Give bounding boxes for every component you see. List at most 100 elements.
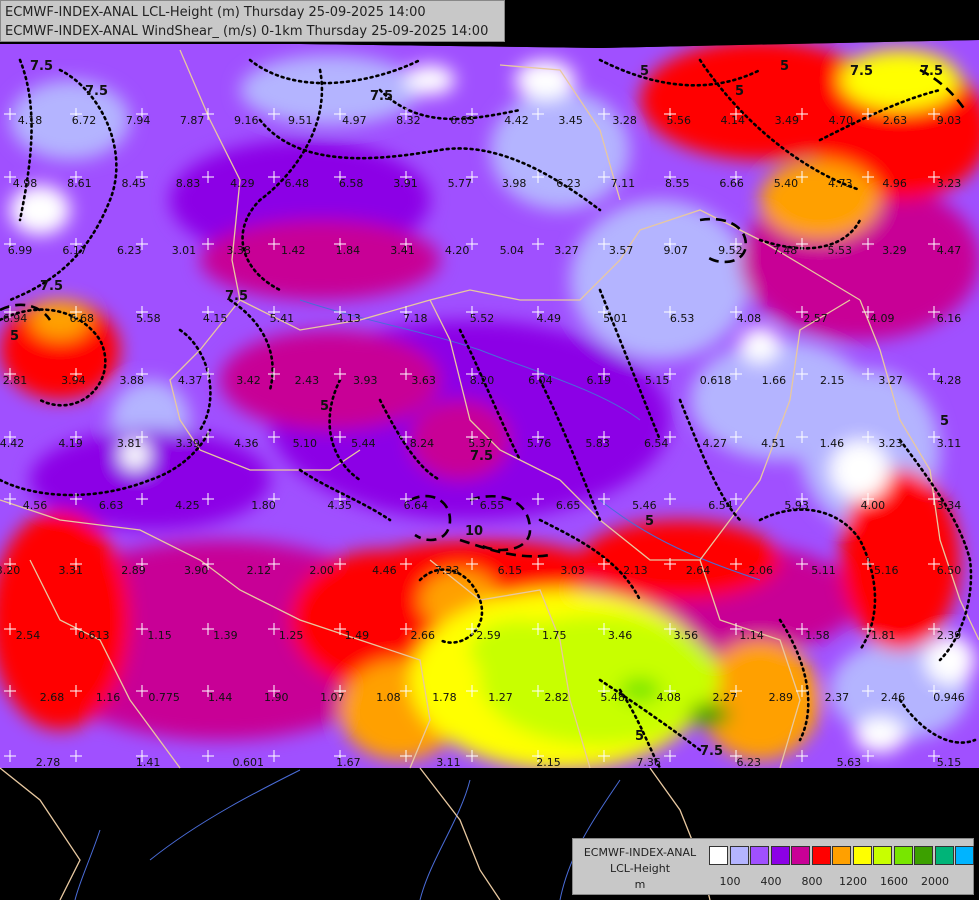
value-label: 1.42	[281, 244, 306, 257]
value-label: 9.16	[234, 114, 259, 127]
value-label: 7.48	[773, 244, 798, 257]
value-label: 4.08	[737, 312, 762, 325]
value-label: 7.33	[435, 564, 460, 577]
value-label: 4.47	[937, 244, 962, 257]
value-label: 7.36	[636, 756, 661, 769]
value-label: 5.40	[774, 177, 799, 190]
value-label: 4.56	[23, 499, 48, 512]
legend-title-line-3: m	[634, 878, 646, 891]
value-label: 5.15	[937, 756, 962, 769]
contour-value-label: 5	[940, 414, 949, 429]
value-label: 6.66	[719, 177, 744, 190]
value-label: 6.72	[72, 114, 97, 127]
legend-swatch	[852, 846, 872, 865]
value-label: 9.03	[937, 114, 962, 127]
value-label: 2.68	[40, 691, 65, 704]
value-label: 1.08	[376, 691, 401, 704]
value-label: 2.89	[121, 564, 146, 577]
value-label: 4.96	[882, 177, 907, 190]
contour-value-label: 7.5	[850, 64, 873, 79]
value-label: 0.613	[78, 629, 110, 642]
map-title: ECMWF-INDEX-ANAL LCL-Height (m) Thursday…	[0, 0, 505, 42]
value-label: 1.27	[488, 691, 513, 704]
value-label: 5.15	[645, 374, 670, 387]
value-label: 1.58	[805, 629, 830, 642]
value-label: 3.63	[411, 374, 436, 387]
value-label: 2.82	[544, 691, 569, 704]
value-label: 4.73	[828, 177, 853, 190]
value-label: 1.80	[251, 499, 276, 512]
value-label: 5.93	[784, 499, 809, 512]
value-label: 5.16	[874, 564, 899, 577]
contour-value-label: 5	[635, 729, 644, 744]
legend-swatch	[791, 846, 810, 865]
value-label: 6.68	[69, 312, 94, 325]
value-label: 6.04	[528, 374, 553, 387]
value-label: 1.39	[213, 629, 238, 642]
value-label: 3.49	[775, 114, 800, 127]
value-label: 3.91	[393, 177, 418, 190]
value-label: 4.36	[234, 437, 259, 450]
title-line-2: ECMWF-INDEX-ANAL WindShear_ (m/s) 0-1km …	[5, 24, 489, 39]
value-label: 1.46	[820, 437, 845, 450]
contour-value-label: 5	[780, 59, 789, 74]
value-label: 2.15	[536, 756, 561, 769]
value-label: 2.43	[295, 374, 320, 387]
legend-swatch	[955, 846, 974, 865]
value-label: 6.54	[644, 437, 669, 450]
legend-swatch	[770, 846, 790, 865]
value-label: 1.41	[136, 756, 161, 769]
value-label: 5.77	[448, 177, 473, 190]
legend-swatch	[914, 846, 933, 865]
legend-title: ECMWF-INDEX-ANAL LCL-Height m	[577, 845, 703, 893]
value-label: 3.41	[390, 244, 415, 257]
contour-value-label: 5	[640, 64, 649, 79]
legend-swatch	[750, 846, 769, 865]
value-label: 3.23	[937, 177, 962, 190]
contour-value-label: 7.5	[370, 89, 393, 104]
value-label: 3.20	[0, 564, 20, 577]
value-label: 3.27	[554, 244, 579, 257]
value-label: 4.42	[504, 114, 529, 127]
legend-tick-label: 2000	[921, 875, 949, 888]
value-label: 2.00	[309, 564, 334, 577]
value-label: 5.48	[600, 691, 625, 704]
legend-swatch	[811, 846, 831, 865]
value-label: 3.11	[937, 437, 962, 450]
value-label: 5.83	[585, 437, 610, 450]
value-label: 1.44	[208, 691, 233, 704]
legend-swatch	[832, 846, 851, 865]
value-label: 4.98	[13, 177, 38, 190]
weather-map[interactable]: 4.18 6.72 7.94 7.87 9.16 9.51 4.97 8.32 6.83 4.42…	[0, 0, 979, 900]
value-label: 4.97	[342, 114, 367, 127]
value-label: 6.64	[404, 499, 429, 512]
value-label: 5.04	[500, 244, 525, 257]
value-label: 3.57	[609, 244, 634, 257]
value-label: 2.63	[883, 114, 908, 127]
value-label: 5.11	[811, 564, 836, 577]
value-label: 5.63	[837, 756, 862, 769]
value-label: 6.48	[285, 177, 310, 190]
value-label: 1.66	[762, 374, 787, 387]
value-label: 3.11	[436, 756, 461, 769]
value-label: 6.23	[737, 756, 762, 769]
value-label: 8.83	[176, 177, 201, 190]
value-label: 5.46	[632, 499, 657, 512]
value-label: 6.23	[117, 244, 142, 257]
contour-value-label: 5	[10, 329, 19, 344]
value-label: 5.44	[351, 437, 376, 450]
value-label: 5.76	[527, 437, 552, 450]
legend-swatch	[709, 846, 728, 865]
value-label: 3.03	[560, 564, 585, 577]
value-label: 4.42	[0, 437, 24, 450]
value-label: 2.64	[686, 564, 711, 577]
value-label: 5.01	[603, 312, 628, 325]
value-label: 4.49	[536, 312, 561, 325]
contour-value-label: 7.5	[470, 449, 493, 464]
value-label: 4.28	[937, 374, 962, 387]
legend-swatch	[873, 846, 892, 865]
title-line-1: ECMWF-INDEX-ANAL LCL-Height (m) Thursday…	[5, 5, 426, 20]
value-label: 1.90	[264, 691, 289, 704]
value-label: 2.13	[623, 564, 648, 577]
map-view[interactable]: 4.18 6.72 7.94 7.87 9.16 9.51 4.97 8.32 6.83 4.42…	[0, 0, 979, 900]
